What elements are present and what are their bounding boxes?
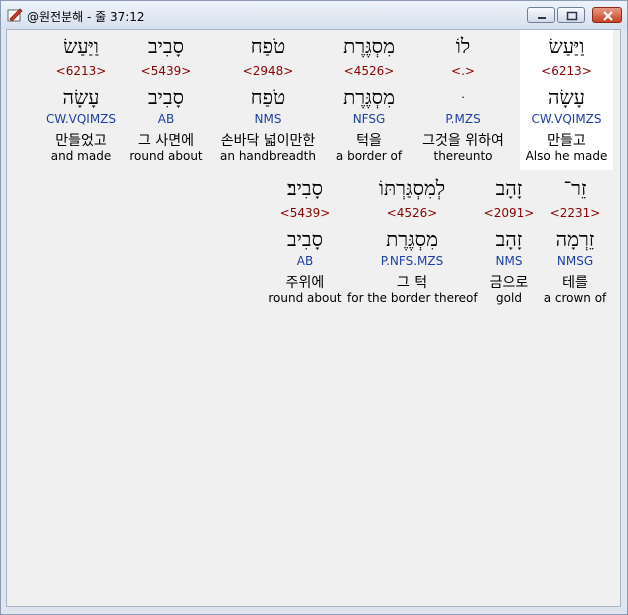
parsing-code: P.MZS [445,112,481,126]
parsing-code: AB [157,112,175,126]
strong-number[interactable]: <5439> [124,64,208,78]
word-cell[interactable]: זָהָב <2091> זָהָב NMS 금으로 gold [477,172,541,312]
korean-gloss: 그것을 위하여 [422,133,504,149]
hebrew-lemma: מִסְגֶּרֶת [343,85,395,109]
parsing-code: NMSG [556,254,594,268]
parsing-code: CW.VQIMZS [45,112,117,126]
strong-number[interactable]: <5439> [263,206,347,220]
hebrew-word: זָהָב [495,176,523,200]
maximize-button[interactable] [557,7,585,23]
app-icon [7,7,23,23]
word-cell[interactable]: לוֹ <.> ּ P.MZS 그것을 위하여 thereunto [410,30,516,170]
minimize-icon [538,17,546,19]
korean-gloss: 테를 [562,275,588,291]
word-cell[interactable]: סָבִיב׃ <5439> סָבִיב AB 주위에 round about [263,172,347,312]
strong-number[interactable]: <2231> [541,206,609,220]
parsing-code: AB [296,254,314,268]
korean-gloss: 만들고 [547,133,586,149]
strong-number[interactable]: <.> [410,64,516,78]
title-bar[interactable]: @원전분해 - 줄 37:12 [1,1,627,29]
parsing-code: NMS [254,112,282,126]
hebrew-word: טֹפַח [250,34,286,58]
hebrew-lemma: עָשָׂה [62,85,100,109]
hebrew-word: וַיַּעַשׂ [63,34,99,58]
korean-gloss: 만들었고 [55,133,107,149]
english-gloss: gold [496,291,522,305]
strong-number[interactable]: <2948> [208,64,328,78]
hebrew-lemma: מִסְגֶּרֶת [386,227,438,251]
word-cell[interactable]: מִסְגֶּרֶת <4526> מִסְגֶּרֶת NFSG 턱을 a b… [328,30,410,170]
hebrew-word: זֵר־ [563,176,587,200]
app-window: @원전분해 - 줄 37:12 וַיַּעַשׂ <6213> עָשָׂה … [0,0,628,615]
english-gloss: thereunto [433,149,493,163]
strong-number[interactable]: <4526> [347,206,477,220]
strong-number[interactable]: <4526> [328,64,410,78]
close-icon [603,11,613,21]
hebrew-word: לוֹ [455,34,471,58]
english-gloss: round about [129,149,203,163]
word-cell[interactable]: לְמִסְגַּרְתּוֹ <4526> מִסְגֶּרֶת P.NFS.… [347,172,478,312]
minimize-button[interactable] [527,7,555,23]
maximize-icon [566,11,578,21]
korean-gloss: 주위에 [285,275,325,291]
hebrew-word: וַיַּעַשׂ [548,34,585,58]
parsing-code: CW.VQIMZS [531,112,602,126]
korean-gloss: 턱을 [356,133,382,149]
strong-number[interactable]: <6213> [38,64,124,78]
english-gloss: and made [50,149,112,163]
english-gloss: round about [268,291,342,305]
hebrew-word: מִסְגֶּרֶת [343,34,395,58]
english-gloss: Also he made [525,149,608,163]
hebrew-lemma: סָבִיב [287,227,323,251]
parsing-code: P.NFS.MZS [380,254,444,268]
english-gloss: an handbreadth [220,149,316,163]
english-gloss: a crown of [543,291,607,305]
hebrew-lemma: טֹפַח [250,85,286,109]
hebrew-word: סָבִיב [148,34,184,58]
word-cell[interactable]: סָבִיב <5439> סָבִיב AB 그 사면에 round abou… [124,30,208,170]
strong-number[interactable]: <2091> [477,206,541,220]
hebrew-lemma: עָשָׂה [548,85,585,109]
hebrew-lemma: זָהָב [495,227,523,251]
word-cell-selected[interactable]: וַיַּעַשׂ <6213> עָשָׂה CW.VQIMZS 만들고 Al… [520,30,613,170]
word-cell[interactable]: וַיַּעַשׂ <6213> עָשָׂה CW.VQIMZS 만들었고 a… [38,30,124,170]
word-cell[interactable]: טֹפַח <2948> טֹפַח NMS 손바닥 넓이만한 an handb… [208,30,328,170]
korean-gloss: 그 턱 [396,275,428,291]
close-button[interactable] [592,7,622,23]
word-cell[interactable]: זֵר־ <2231> זֵרְמָה NMSG 테를 a crown of [541,172,609,312]
strong-number[interactable]: <6213> [520,64,613,78]
parsing-code: NFSG [352,112,386,126]
window-title: @원전분해 - 줄 37:12 [27,10,145,24]
hebrew-lemma: זֵרְמָה [555,227,595,251]
parsing-code: NMS [495,254,523,268]
english-gloss: a border of [335,149,403,163]
hebrew-lemma: ּ [410,85,516,110]
hebrew-word: סָבִיב׃ [287,176,323,200]
korean-gloss: 손바닥 넓이만한 [220,133,316,149]
hebrew-lemma: סָבִיב [148,85,184,109]
korean-gloss: 그 사면에 [138,133,194,149]
interlinear-view[interactable]: וַיַּעַשׂ <6213> עָשָׂה CW.VQIMZS 만들었고 a… [6,29,621,607]
hebrew-word: לְמִסְגַּרְתּוֹ [378,176,446,200]
korean-gloss: 금으로 [489,275,529,291]
english-gloss: for the border thereof [347,291,478,305]
